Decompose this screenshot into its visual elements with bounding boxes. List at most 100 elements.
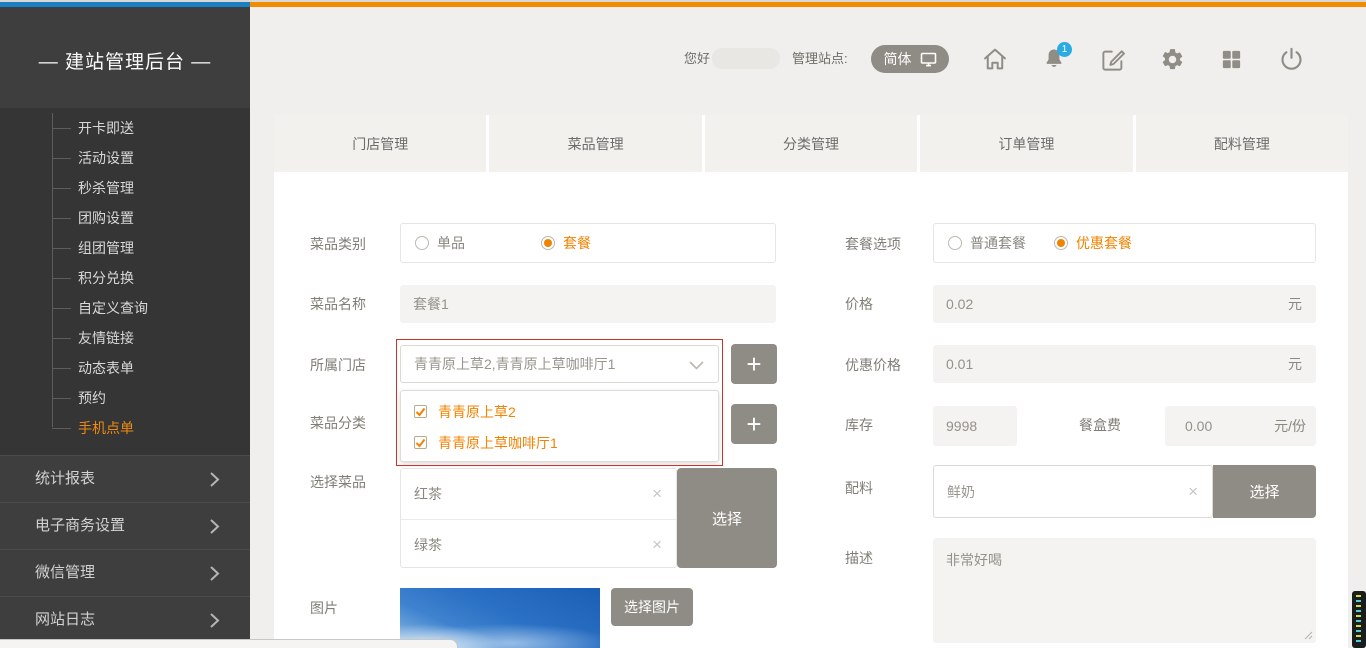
resize-grip-icon[interactable] xyxy=(1303,630,1313,640)
username-redacted xyxy=(712,48,780,69)
sidebar-item-friend-links[interactable]: 友情链接 xyxy=(0,323,250,353)
selected-dishes-list: 红茶 × 绿茶 × xyxy=(400,468,677,568)
discount-price-unit: 元 xyxy=(1288,345,1302,383)
stock-input[interactable]: 9998 xyxy=(933,406,1017,446)
price-label: 价格 xyxy=(845,294,873,314)
chevron-right-icon xyxy=(209,612,220,629)
settings-button[interactable] xyxy=(1155,42,1189,76)
edit-button[interactable] xyxy=(1096,42,1130,76)
power-icon xyxy=(1278,46,1305,73)
price-input[interactable]: 0.02 元 xyxy=(933,285,1316,323)
box-fee-unit: 元/份 xyxy=(1274,406,1306,446)
radio-combo-label[interactable]: 套餐 xyxy=(563,233,591,253)
sidebar-section-wechat-management[interactable]: 微信管理 xyxy=(0,549,250,596)
radio-single-item-label[interactable]: 单品 xyxy=(437,233,465,253)
store-option-1[interactable]: 青青原上草2 xyxy=(401,396,718,427)
tab-dish-management[interactable]: 菜品管理 xyxy=(489,115,701,172)
store-label: 所属门店 xyxy=(310,355,366,375)
box-fee-input[interactable]: 0.00 元/份 xyxy=(1165,406,1316,446)
stock-value: 9998 xyxy=(933,406,1017,446)
radio-normal-combo[interactable] xyxy=(948,236,962,250)
ingredient-input[interactable]: 鲜奶 × xyxy=(933,465,1213,518)
home-button[interactable] xyxy=(978,42,1012,76)
sidebar-item-custom-query[interactable]: 自定义查询 xyxy=(0,293,250,323)
ingredient-label: 配料 xyxy=(845,478,873,498)
combo-option-label: 套餐选项 xyxy=(845,234,901,254)
sidebar-item-dynamic-forms[interactable]: 动态表单 xyxy=(0,353,250,383)
chevron-right-icon xyxy=(209,518,220,535)
store-option-label[interactable]: 青青原上草咖啡厅1 xyxy=(438,433,558,453)
plus-icon: + xyxy=(746,411,761,437)
chevron-right-icon xyxy=(209,565,220,582)
sidebar-section-site-logs[interactable]: 网站日志 xyxy=(0,596,250,643)
notifications-button[interactable]: 1 xyxy=(1037,42,1071,76)
dish-item-name: 绿茶 xyxy=(401,520,676,569)
tab-order-management[interactable]: 订单管理 xyxy=(920,115,1132,172)
select-dishes-label: 选择菜品 xyxy=(310,472,366,492)
discount-price-input[interactable]: 0.01 元 xyxy=(933,345,1316,383)
combo-option-radio-group: 普通套餐 优惠套餐 xyxy=(933,223,1316,263)
remove-dish-icon[interactable]: × xyxy=(652,469,662,519)
dish-item-row: 绿茶 × xyxy=(401,519,676,569)
dish-type-radio-group: 单品 套餐 xyxy=(400,223,776,263)
select-ingredient-button[interactable]: 选择 xyxy=(1213,465,1316,518)
sidebar-item-group-buy-settings[interactable]: 团购设置 xyxy=(0,203,250,233)
store-select-value: 青青原上草2,青青原上草咖啡厅1 xyxy=(401,346,718,382)
gear-icon xyxy=(1160,47,1185,72)
radio-combo[interactable] xyxy=(541,236,555,250)
topbar-orange-segment xyxy=(250,2,1366,7)
sidebar-section-ecommerce-settings[interactable]: 电子商务设置 xyxy=(0,502,250,549)
sidebar-item-mobile-ordering[interactable]: 手机点单 xyxy=(0,413,250,443)
scrollbar-marker-widget[interactable] xyxy=(1352,591,1366,648)
app-window: — 建站管理后台 — 开卡即送 活动设置 秒杀管理 团购设置 组团管理 积分兑换… xyxy=(0,0,1366,648)
choose-image-button[interactable]: 选择图片 xyxy=(611,588,693,626)
remove-ingredient-icon[interactable]: × xyxy=(1188,466,1198,517)
dish-type-label: 菜品类别 xyxy=(310,234,366,254)
description-value: 非常好喝 xyxy=(946,552,1002,568)
radio-discount-combo-label[interactable]: 优惠套餐 xyxy=(1076,233,1132,253)
discount-price-value: 0.01 xyxy=(933,345,1316,383)
description-textarea[interactable]: 非常好喝 xyxy=(933,538,1316,643)
sidebar-item-points-exchange[interactable]: 积分兑换 xyxy=(0,263,250,293)
select-dishes-button[interactable]: 选择 xyxy=(677,468,777,568)
scrollbar-marker-stripes xyxy=(1356,595,1361,644)
language-label: 简体 xyxy=(884,49,912,69)
tab-category-management[interactable]: 分类管理 xyxy=(705,115,917,172)
add-store-button[interactable]: + xyxy=(731,344,777,384)
sidebar-section-label: 电子商务设置 xyxy=(35,517,125,534)
logout-button[interactable] xyxy=(1274,42,1308,76)
sidebar-item-group-management[interactable]: 组团管理 xyxy=(0,233,250,263)
edit-icon xyxy=(1100,46,1127,73)
notification-badge: 1 xyxy=(1057,42,1072,57)
tab-store-management[interactable]: 门店管理 xyxy=(274,115,486,172)
add-dish-category-button[interactable]: + xyxy=(731,404,777,444)
store-select[interactable]: 青青原上草2,青青原上草咖啡厅1 xyxy=(400,345,719,383)
radio-discount-combo[interactable] xyxy=(1054,236,1068,250)
radio-normal-combo-label[interactable]: 普通套餐 xyxy=(970,233,1026,253)
monitor-icon xyxy=(920,52,937,67)
sidebar-item-flash-sale[interactable]: 秒杀管理 xyxy=(0,173,250,203)
sidebar-section-label: 统计报表 xyxy=(35,470,95,487)
apps-menu-button[interactable] xyxy=(1214,42,1248,76)
remove-dish-icon[interactable]: × xyxy=(652,520,662,569)
store-option-label[interactable]: 青青原上草2 xyxy=(438,402,516,422)
sidebar-section-label: 微信管理 xyxy=(35,564,95,581)
sidebar-item-open-card-gift[interactable]: 开卡即送 xyxy=(0,113,250,143)
dish-name-input[interactable]: 套餐1 xyxy=(400,285,776,323)
apps-grid-icon xyxy=(1220,48,1243,71)
sidebar-section-statistics[interactable]: 统计报表 xyxy=(0,455,250,502)
chevron-down-icon xyxy=(689,361,704,370)
language-switch-button[interactable]: 简体 xyxy=(871,45,949,73)
bell-icon: 1 xyxy=(1041,46,1067,72)
chevron-right-icon xyxy=(209,471,220,488)
checkbox-checked-icon[interactable] xyxy=(414,436,427,449)
sidebar-item-activity-settings[interactable]: 活动设置 xyxy=(0,143,250,173)
image-label: 图片 xyxy=(310,598,338,618)
radio-single-item[interactable] xyxy=(415,236,429,250)
price-unit: 元 xyxy=(1288,285,1302,323)
box-fee-label: 餐盒费 xyxy=(1079,415,1121,435)
sidebar-item-reservation[interactable]: 预约 xyxy=(0,383,250,413)
tab-ingredient-management[interactable]: 配料管理 xyxy=(1136,115,1348,172)
checkbox-checked-icon[interactable] xyxy=(414,405,427,418)
store-option-2[interactable]: 青青原上草咖啡厅1 xyxy=(401,427,718,458)
